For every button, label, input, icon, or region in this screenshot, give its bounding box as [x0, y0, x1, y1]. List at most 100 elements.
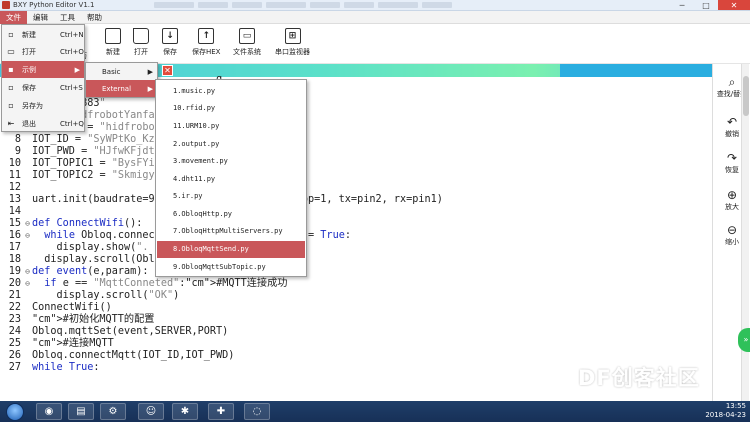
close-window-button[interactable]: ✕ [718, 0, 750, 10]
exit-icon: ⇤ [7, 119, 15, 128]
save-hex-button[interactable]: ↑ 保存HEX [192, 28, 220, 57]
file-menu-dropdown: ▫ 新建 Ctrl+N ▭ 打开 Ctrl+O ▪ 示例 ▶ ▫ 保存 Ctrl+S ▫ 另存为 … [1, 24, 85, 132]
menu-item-example-file[interactable]: 11.URM10.py [157, 118, 305, 135]
code-line[interactable]: 10 IOT_TOPIC1 = "BysFYi [0, 158, 155, 170]
code-text: if e == "MqttConneted":"cm">#MQTT连接成功 [44, 278, 288, 289]
app-icon-2[interactable]: ☺ [138, 403, 164, 420]
app-icon-4[interactable]: ✚ [208, 403, 234, 420]
menu-edit[interactable]: 编辑 [27, 11, 54, 24]
fold-marker [23, 362, 32, 374]
code-line[interactable]: 11 IOT_TOPIC2 = "Skmigy [0, 170, 155, 182]
code-line[interactable]: 14 [0, 206, 32, 218]
minimize-button[interactable]: ─ [670, 0, 694, 10]
code-text: ConnectWifi() [32, 302, 112, 313]
save-icon: ▫ [8, 83, 14, 92]
menu-item-example-file[interactable]: 9.ObloqMqttSubTopic.py [157, 259, 305, 276]
menu-item-basic[interactable]: Basic ▶ [86, 63, 157, 80]
window-title: BXY Python Editor V1.1 [13, 1, 95, 9]
menu-item-exit[interactable]: ⇤ 退出 Ctrl+Q [2, 115, 84, 132]
file-system-icon: ▭ [239, 28, 255, 44]
code-editor[interactable]: q "iot.dfrobo 883"6SSID = "dfrobotYanfa7… [0, 74, 712, 401]
open-file-button[interactable]: 打开 [133, 28, 149, 57]
scrollbar-thumb[interactable] [743, 76, 749, 116]
fold-marker[interactable]: ⊖ [23, 230, 32, 242]
chevron-right-icon: ▶ [147, 84, 153, 93]
start-button[interactable] [6, 403, 24, 421]
line-number: 18 [8, 254, 21, 265]
code-line[interactable]: 19 ⊖ def event(e,param): [0, 266, 149, 278]
folder-icon [133, 28, 149, 44]
line-number: 8 [14, 134, 21, 145]
folder-icon[interactable]: ▤ [68, 403, 94, 420]
app-icon-1[interactable]: ⚙ [100, 403, 126, 420]
code-text: IOT_TOPIC1 = "BysFYi [32, 158, 155, 169]
menu-item-example-file[interactable]: 1.music.py [157, 83, 305, 100]
fold-marker[interactable]: ⊖ [23, 278, 32, 290]
file-system-button[interactable]: ▭ 文件系统 [233, 28, 261, 57]
save-as-icon: ▫ [8, 101, 14, 110]
maximize-button[interactable]: □ [694, 0, 718, 10]
line-number: 23 [8, 314, 21, 325]
new-file-button[interactable]: 新建 [105, 28, 121, 57]
code-line[interactable]: 22 ConnectWifi() [0, 302, 112, 314]
line-number: 14 [8, 206, 21, 217]
menu-help[interactable]: 帮助 [81, 11, 108, 24]
code-line[interactable]: 26 Obloq.connectMqtt(IOT_ID,IOT_PWD) [0, 350, 235, 362]
menu-file[interactable]: 文件 [0, 10, 27, 24]
menu-item-external[interactable]: External ▶ [86, 80, 157, 97]
folder-icon: ▭ [7, 47, 15, 56]
menu-item-open[interactable]: ▭ 打开 Ctrl+O [2, 43, 84, 60]
side-float-button[interactable]: » [738, 328, 750, 352]
app-icon-3[interactable]: ✱ [172, 403, 198, 420]
fold-marker [23, 290, 32, 302]
code-text: def ConnectWifi(): [32, 218, 143, 229]
zoom-in-icon: ⊕ [726, 188, 738, 202]
menu-item-save-as[interactable]: ▫ 另存为 [2, 97, 84, 114]
menu-item-example-file[interactable]: 7.ObloqHttpMultiServers.py [157, 223, 305, 240]
examples-icon: ▪ [8, 65, 14, 74]
code-line[interactable]: 15 ⊖ def ConnectWifi(): [0, 218, 143, 230]
code-line[interactable]: 24 Obloq.mqttSet(event,SERVER,PORT) [0, 326, 229, 338]
code-line[interactable]: 23 "cm">#初始化MQTT的配置 [0, 314, 155, 326]
fold-marker [23, 170, 32, 182]
menu-item-example-file[interactable]: 10.rfid.py [157, 100, 305, 117]
system-tray-clock: 13:55 2018-04-23 [705, 402, 746, 419]
menu-item-example-file[interactable]: 3.movement.py [157, 153, 305, 170]
code-line[interactable]: 27 while True: [0, 362, 100, 374]
code-line[interactable]: 8 IOT_ID = "SyWPtKo_Kz [0, 134, 155, 146]
menu-item-example-file[interactable]: 6.ObloqHttp.py [157, 206, 305, 223]
code-line[interactable]: 21 display.scroll("OK") [0, 290, 180, 302]
menu-item-examples[interactable]: ▪ 示例 ▶ [2, 61, 84, 78]
menu-item-example-file[interactable]: 4.dht11.py [157, 171, 305, 188]
browser-icon[interactable]: ◉ [36, 403, 62, 420]
code-line[interactable]: 17 display.show(". [0, 242, 149, 254]
save-icon: ↓ [162, 28, 178, 44]
menu-tools[interactable]: 工具 [54, 11, 81, 24]
code-line[interactable]: 12 [0, 182, 32, 194]
menu-item-example-file-selected[interactable]: 8.ObloqMqttSend.py [157, 241, 305, 258]
fold-marker [23, 194, 32, 206]
code-text: display.show(". [32, 242, 149, 253]
code-line[interactable]: 20 ⊖ if e == "MqttConneted":"cm">#MQTT连接成… [0, 278, 288, 290]
menu-item-example-file[interactable]: 2.output.py [157, 136, 305, 153]
serial-monitor-button[interactable]: ⊞ 串口监视器 [275, 28, 310, 57]
editor-window: BXY Python Editor V1.1 ─ □ ✕ 文件 编辑 工具 帮助… [0, 0, 750, 401]
line-number: 20 [8, 278, 21, 289]
menu-item-new[interactable]: ▫ 新建 Ctrl+N [2, 26, 84, 43]
line-number: 17 [8, 242, 21, 253]
chat-icon[interactable]: ◌ [244, 403, 270, 420]
fold-marker[interactable]: ⊖ [23, 218, 32, 230]
save-button[interactable]: ↓ 保存 [162, 28, 178, 57]
code-line[interactable]: 25 "cm">#连接MQTT [0, 338, 114, 350]
line-number: 21 [8, 290, 21, 301]
code-text: display.scroll("OK") [32, 290, 180, 301]
code-line[interactable]: 9 IOT_PWD = "HJfwKFjdt [0, 146, 155, 158]
code-text: "cm">#初始化MQTT的配置 [32, 314, 155, 325]
fold-marker[interactable]: ⊖ [23, 266, 32, 278]
watermark-brand: DF创客社区 [578, 366, 700, 390]
code-text: IOT_TOPIC2 = "Skmigy [32, 170, 155, 181]
taskbar: ◉ ▤ ⚙ ☺ ✱ ✚ ◌ 13:55 2018-04-23 [0, 401, 750, 422]
line-number: 26 [8, 350, 21, 361]
menu-item-example-file[interactable]: 5.ir.py [157, 188, 305, 205]
menu-item-save[interactable]: ▫ 保存 Ctrl+S [2, 79, 84, 96]
